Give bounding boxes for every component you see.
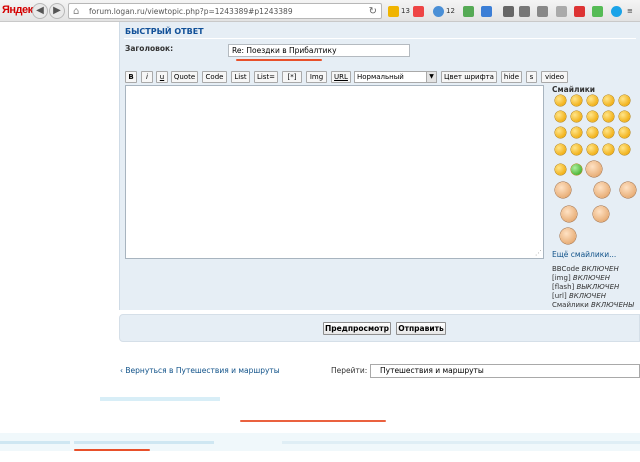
message-textarea[interactable]: ⋰ (125, 85, 544, 259)
divider (124, 38, 636, 39)
home-button-icon[interactable] (537, 4, 550, 18)
annotation-underline (74, 449, 150, 451)
smiley-icon[interactable] (555, 127, 566, 138)
translate-icon[interactable] (481, 4, 494, 18)
extension-icon[interactable] (592, 4, 605, 18)
smiley-icon[interactable] (603, 127, 614, 138)
smiley-icon[interactable] (555, 164, 566, 175)
weather-counter[interactable]: 12 (433, 4, 455, 18)
smiley-icon[interactable] (587, 144, 598, 155)
preview-button[interactable]: Предпросмотр (323, 322, 391, 335)
mail-envelope-icon[interactable] (556, 4, 569, 18)
weather-icon (433, 5, 444, 17)
video-button[interactable]: video (541, 71, 568, 83)
code-button[interactable]: Code (202, 71, 227, 83)
download-icon[interactable] (519, 4, 532, 18)
pocket-icon[interactable] (574, 4, 587, 18)
smiley-icon[interactable] (620, 182, 636, 198)
news-icon[interactable] (413, 4, 426, 18)
faded-footer-text (74, 441, 214, 444)
list-button[interactable]: List (231, 71, 250, 83)
status-bbcode: BBCode ВКЛЮЧЕН (552, 265, 619, 273)
strike-button[interactable]: s (526, 71, 537, 83)
list-item-button[interactable]: [*] (282, 71, 302, 83)
submit-panel: Предпросмотр Отправить (119, 314, 640, 342)
smiley-icon[interactable] (561, 206, 577, 222)
hide-button[interactable]: hide (501, 71, 522, 83)
forward-arrow-icon[interactable]: ▶ (49, 3, 65, 19)
smiley-icon[interactable] (619, 95, 630, 106)
faded-footer-text (282, 441, 640, 444)
font-color-button[interactable]: Цвет шрифта (441, 71, 497, 83)
menu-icon[interactable]: ≡ (627, 4, 633, 18)
annotation-underline (236, 59, 322, 61)
url-button[interactable]: URL (331, 71, 351, 83)
smiley-icon[interactable] (571, 144, 582, 155)
back-link[interactable]: ‹ Вернуться в Путешествия и маршруты (120, 366, 280, 375)
status-flash: [flash] ВЫКЛЮЧЕН (552, 283, 620, 291)
smiley-icon[interactable] (603, 111, 614, 122)
bold-button[interactable]: B (125, 71, 137, 83)
panel-title: БЫСТРЫЙ ОТВЕТ (125, 27, 204, 36)
underline-button[interactable]: u (156, 71, 168, 83)
mail-counter[interactable]: 13 (388, 4, 410, 18)
font-size-select[interactable]: Нормальный ▼ (354, 71, 437, 83)
bookmarks-icon[interactable] (503, 4, 516, 18)
italic-button[interactable]: i (141, 71, 153, 83)
smiley-icon[interactable] (555, 111, 566, 122)
resize-grip-icon[interactable]: ⋰ (535, 250, 542, 257)
img-button[interactable]: Img (306, 71, 327, 83)
list-numbered-button[interactable]: List= (254, 71, 278, 83)
subject-label: Заголовок: (125, 44, 174, 53)
jump-label: Перейти: (331, 366, 368, 375)
browser-toolbar: Яндекс ◀ ▶ ⌂ forum.logan.ru/viewtopic.ph… (0, 0, 640, 22)
smiley-icon[interactable] (603, 144, 614, 155)
url-text[interactable]: forum.logan.ru/viewtopic.php?p=1243389#p… (89, 4, 293, 19)
back-arrow-icon[interactable]: ◀ (32, 3, 48, 19)
quick-reply-panel: БЫСТРЫЙ ОТВЕТ Заголовок: Re: Поездки в П… (119, 22, 640, 310)
smiley-icon[interactable] (587, 95, 598, 106)
traffic-icon[interactable] (463, 4, 476, 18)
smiley-icon[interactable] (555, 144, 566, 155)
dropdown-arrow-icon: ▼ (426, 72, 436, 82)
send-button[interactable]: Отправить (396, 322, 446, 335)
address-bar[interactable]: ⌂ forum.logan.ru/viewtopic.php?p=1243389… (68, 3, 382, 19)
status-smilies: Смайлики ВКЛЮЧЕНЫ (552, 301, 634, 309)
reload-icon[interactable]: ↻ (369, 4, 377, 19)
home-icon[interactable]: ⌂ (73, 4, 79, 19)
more-smilies-link[interactable]: Ещё смайлики... (552, 250, 616, 259)
smiley-icon[interactable] (587, 127, 598, 138)
annotation-underline (240, 420, 386, 422)
smiley-icon[interactable] (587, 111, 598, 122)
faded-link (100, 397, 220, 401)
smiley-icon[interactable] (571, 95, 582, 106)
smiley-icon[interactable] (586, 161, 602, 177)
smiley-icon[interactable] (594, 182, 610, 198)
quote-button[interactable]: Quote (171, 71, 198, 83)
mail-icon (388, 5, 399, 17)
smiley-icon[interactable] (603, 95, 614, 106)
smiley-icon[interactable] (619, 144, 630, 155)
smiley-icon[interactable] (593, 206, 609, 222)
smiley-icon[interactable] (555, 95, 566, 106)
smiley-icon[interactable] (571, 111, 582, 122)
status-img: [img] ВКЛЮЧЕН (552, 274, 610, 282)
subject-input[interactable]: Re: Поездки в Прибалтику (228, 44, 410, 57)
smiley-icon[interactable] (619, 111, 630, 122)
smiley-icon[interactable] (555, 182, 571, 198)
faded-footer-text (0, 441, 70, 444)
smiley-icon[interactable] (571, 127, 582, 138)
jump-select[interactable]: Путешествия и маршруты (370, 364, 640, 378)
smiley-icon[interactable] (619, 127, 630, 138)
status-url: [url] ВКЛЮЧЕН (552, 292, 607, 300)
smilies-title: Смайлики (552, 85, 596, 94)
smiley-icon[interactable] (571, 164, 582, 175)
skype-icon[interactable] (611, 4, 624, 18)
smiley-icon[interactable] (560, 228, 576, 244)
